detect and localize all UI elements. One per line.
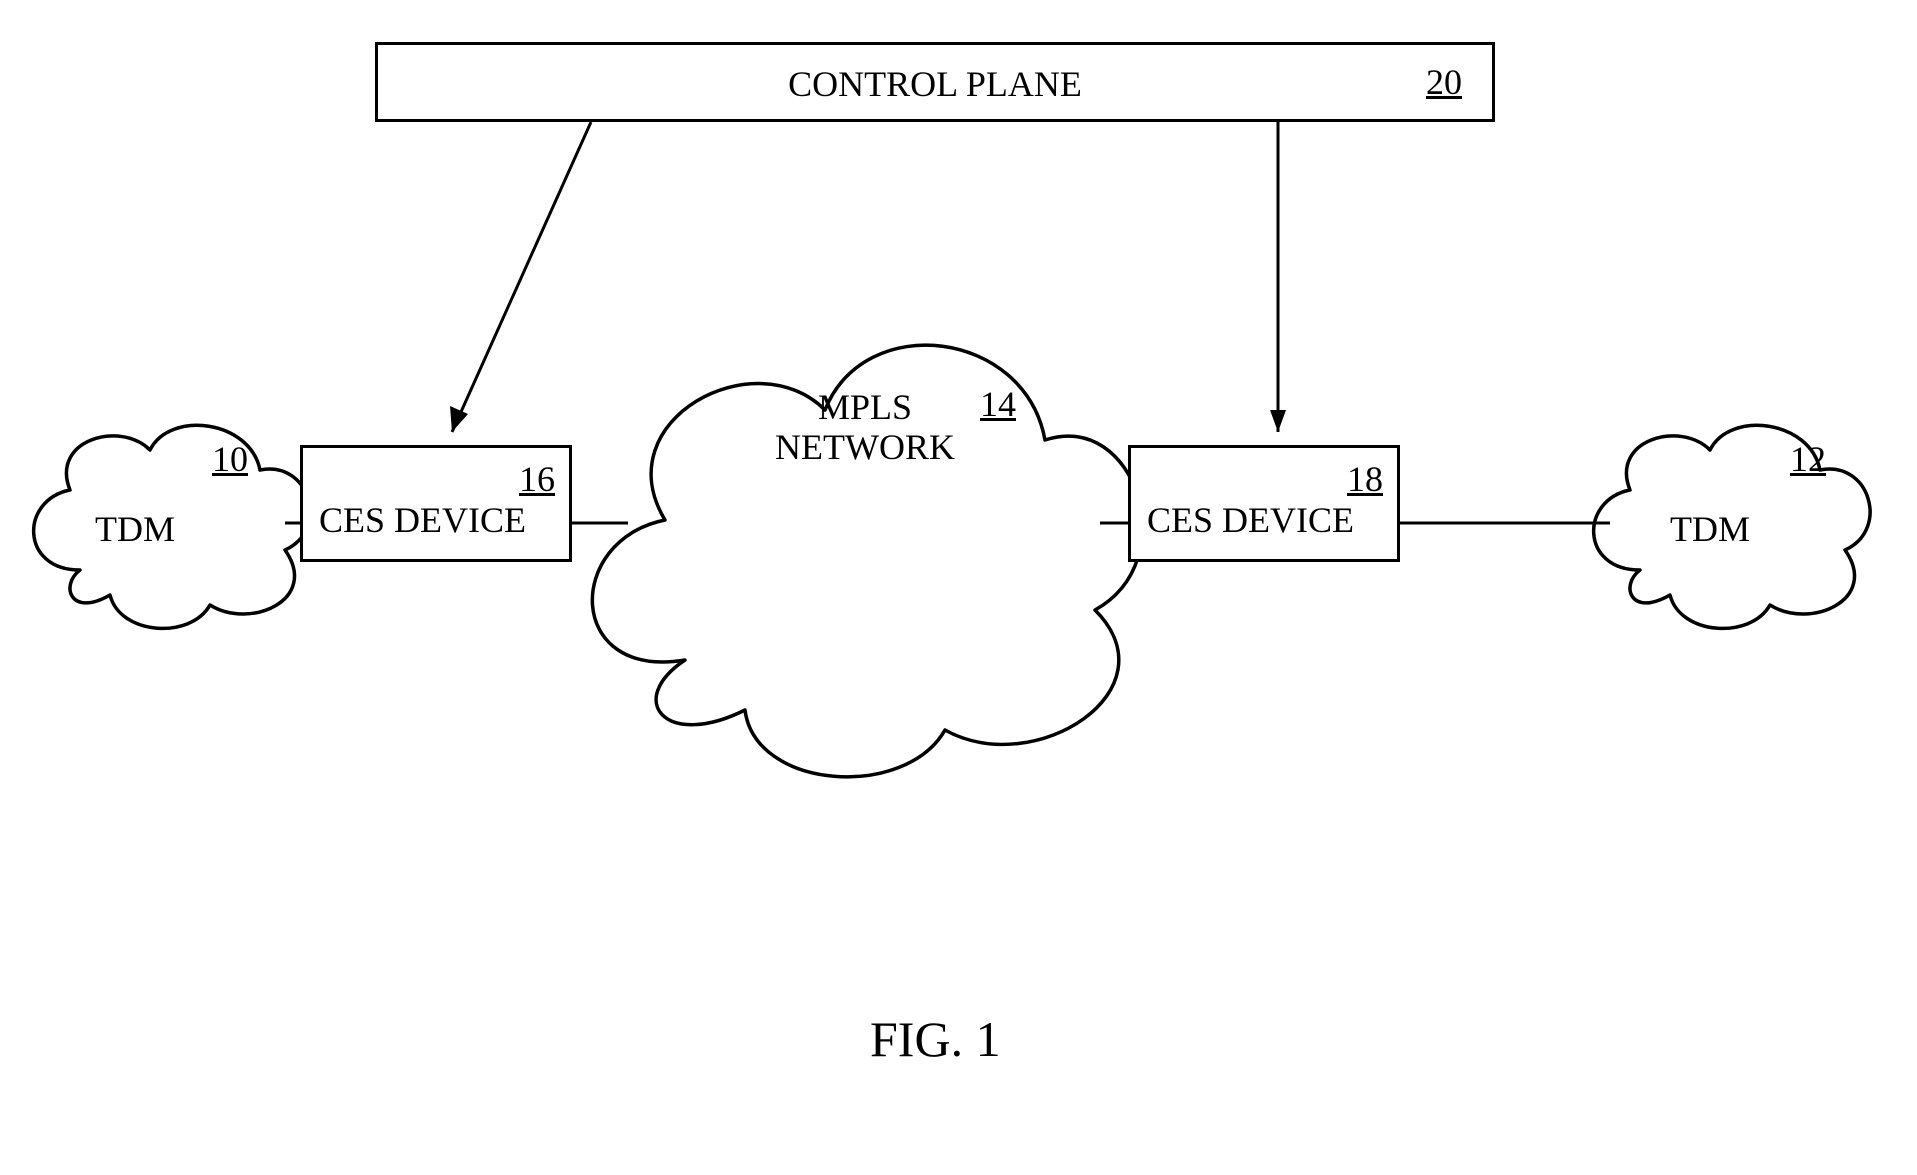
figure-caption: FIG. 1 [870, 1010, 1001, 1068]
diagram-canvas: CONTROL PLANE 20 10 TDM 12 TDM 14 MPLS N… [0, 0, 1917, 1175]
stub-tdm-right [0, 0, 1917, 1175]
